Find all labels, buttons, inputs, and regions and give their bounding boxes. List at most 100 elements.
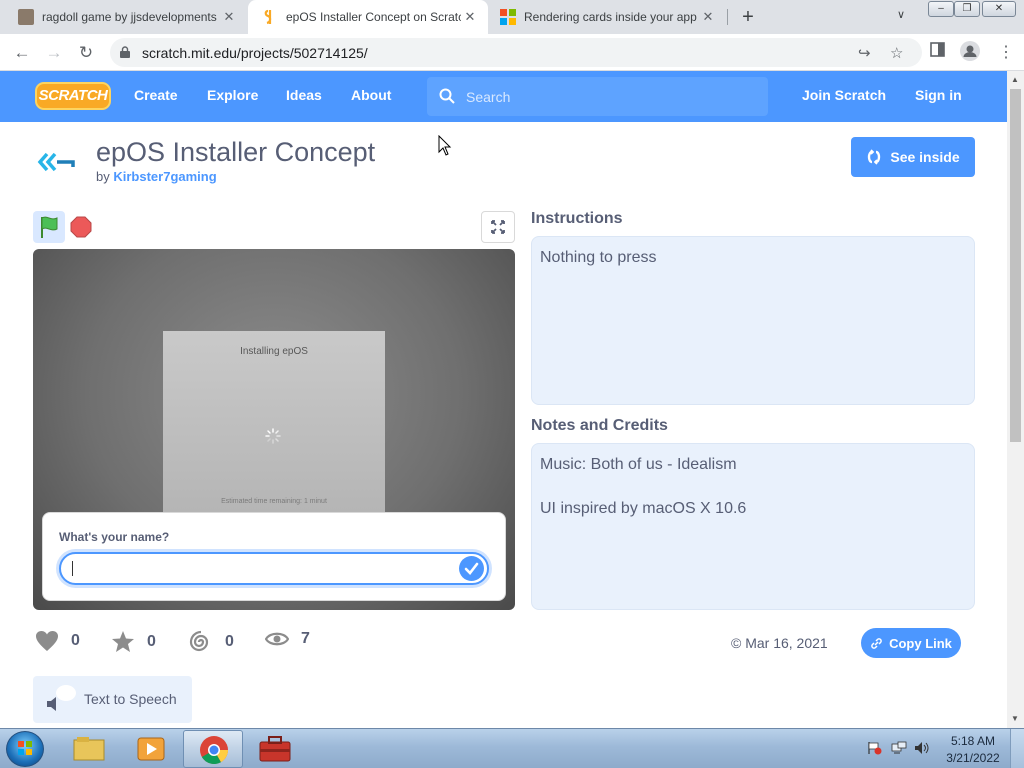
see-inside-button[interactable]: See inside (851, 137, 975, 177)
scrollbar-thumb[interactable] (1010, 89, 1021, 442)
media-player-icon (137, 737, 165, 761)
speaker-speech-bubble-icon (47, 685, 76, 711)
taskbar-toolbox-app[interactable] (245, 730, 305, 768)
text-to-speech-label: Text to Speech (84, 691, 177, 707)
love-count: 0 (71, 632, 80, 649)
start-button[interactable] (6, 731, 44, 767)
nav-create[interactable]: Create (134, 87, 178, 103)
notes-box: Music: Both of us - Idealism UI inspired… (531, 443, 975, 610)
instructions-text: Nothing to press (540, 249, 657, 266)
nav-explore[interactable]: Explore (207, 87, 258, 103)
copy-link-button[interactable]: Copy Link (861, 628, 961, 658)
tab-rendering-cards[interactable]: Rendering cards inside your app ✕ (486, 0, 726, 34)
stop-sign-icon[interactable] (70, 216, 92, 238)
author-link[interactable]: Kirbster7gaming (113, 169, 216, 184)
reload-icon[interactable]: ↻ (75, 42, 97, 64)
share-icon[interactable]: ↪ (858, 44, 871, 62)
see-inside-label: See inside (890, 149, 960, 165)
nav-ideas[interactable]: Ideas (286, 87, 322, 103)
text-to-speech-extension[interactable]: Text to Speech (33, 676, 192, 723)
scratch-logo[interactable]: SCRATCH (35, 82, 111, 110)
close-tab-icon[interactable]: ✕ (221, 9, 237, 25)
text-caret (72, 561, 73, 576)
windows-logo-icon (18, 741, 32, 755)
project-author-line: by Kirbster7gaming (96, 169, 217, 184)
project-title: epOS Installer Concept (96, 137, 376, 167)
views-count: 7 (301, 630, 310, 647)
tab-ragdoll[interactable]: ragdoll game by jjsdevelopments ✕ (4, 0, 247, 34)
eye-icon (265, 632, 289, 646)
volume-icon[interactable] (914, 741, 930, 755)
instructions-heading: Instructions (531, 210, 623, 227)
green-flag-icon (41, 216, 58, 238)
nav-about[interactable]: About (351, 87, 391, 103)
ask-question: What's your name? (59, 530, 170, 544)
remix-spiral-icon (189, 630, 209, 652)
project-stage[interactable]: Installing epOS Estimated time remaining… (33, 249, 515, 610)
bookmark-star-icon[interactable]: ☆ (890, 44, 903, 62)
favorite-stat[interactable]: 0 (111, 630, 156, 653)
fullscreen-expand-icon (491, 220, 505, 234)
network-icon[interactable] (891, 741, 907, 755)
scroll-down-arrow-icon[interactable]: ▼ (1011, 714, 1019, 723)
action-center-flag-icon[interactable] (866, 741, 882, 755)
browser-toolbar: ← → ↻ scratch.mit.edu/projects/502714125… (0, 34, 1024, 71)
show-desktop-button[interactable] (1010, 729, 1024, 768)
minimize-button[interactable]: – (928, 1, 954, 17)
installer-eta: Estimated time remaining: 1 minut (221, 498, 327, 505)
clock-time: 5:18 AM (950, 734, 996, 748)
notes-heading: Notes and Credits (531, 417, 668, 434)
microsoft-favicon (500, 9, 516, 25)
lock-icon (120, 46, 130, 58)
installer-heading: Installing epOS (240, 346, 308, 357)
loading-spinner-icon (265, 428, 281, 444)
ragdoll-favicon (18, 9, 34, 25)
close-tab-icon[interactable]: ✕ (462, 9, 478, 25)
tab-divider (727, 9, 728, 25)
close-tab-icon[interactable]: ✕ (700, 9, 716, 25)
ask-prompt: What's your name? (42, 512, 506, 601)
browser-menu-icon[interactable]: ⋮ (998, 42, 1014, 62)
tab-search-chevron-down-icon[interactable]: ∨ (897, 8, 905, 21)
scroll-up-arrow-icon[interactable]: ▲ (1011, 75, 1019, 84)
star-icon (112, 631, 134, 652)
notes-line: Music: Both of us - Idealism (540, 456, 737, 473)
copy-link-label: Copy Link (889, 635, 952, 651)
new-tab-button[interactable]: + (737, 6, 759, 28)
side-panel-icon[interactable] (930, 42, 945, 62)
maximize-button[interactable]: ❐ (954, 1, 980, 17)
views-stat: 7 (265, 630, 310, 648)
search-placeholder: Search (466, 89, 511, 105)
remix-arrows-icon (868, 149, 881, 165)
chrome-icon (200, 736, 228, 764)
submit-answer-button[interactable] (459, 556, 484, 581)
close-window-button[interactable]: ✕ (982, 1, 1016, 17)
join-scratch-link[interactable]: Join Scratch (802, 87, 886, 103)
ask-answer-input[interactable] (59, 552, 489, 585)
profile-avatar-icon[interactable] (960, 41, 980, 66)
favorite-count: 0 (147, 632, 156, 650)
installer-window: Installing epOS Estimated time remaining… (163, 331, 385, 521)
sign-in-link[interactable]: Sign in (915, 87, 962, 103)
notes-line: UI inspired by macOS X 10.6 (540, 500, 747, 517)
fullscreen-button[interactable] (481, 211, 515, 243)
taskbar-media-player[interactable] (121, 730, 181, 768)
tab-title: Rendering cards inside your app (524, 10, 697, 24)
project-thumbnail-icon (37, 145, 77, 179)
system-clock[interactable]: 5:18 AM 3/21/2022 (946, 733, 1000, 767)
green-flag-button[interactable] (33, 211, 65, 243)
scratch-favicon (262, 9, 278, 25)
forward-arrow-icon[interactable]: → (43, 42, 65, 64)
search-input[interactable]: Search (427, 77, 768, 116)
back-arrow-icon[interactable]: ← (11, 42, 33, 64)
search-icon (439, 88, 455, 104)
page-scrollbar[interactable]: ▲ ▼ (1007, 71, 1024, 728)
love-stat[interactable]: 0 (35, 630, 80, 652)
address-bar[interactable]: scratch.mit.edu/projects/502714125/ ↪ ☆ (110, 38, 922, 67)
url-text: scratch.mit.edu/projects/502714125/ (142, 45, 368, 61)
taskbar-chrome[interactable] (183, 730, 243, 768)
taskbar-explorer[interactable] (59, 730, 119, 768)
mouse-cursor-icon (438, 135, 452, 156)
tab-epos[interactable]: epOS Installer Concept on Scratch ✕ (248, 0, 488, 34)
tab-title: epOS Installer Concept on Scratch (286, 10, 461, 24)
